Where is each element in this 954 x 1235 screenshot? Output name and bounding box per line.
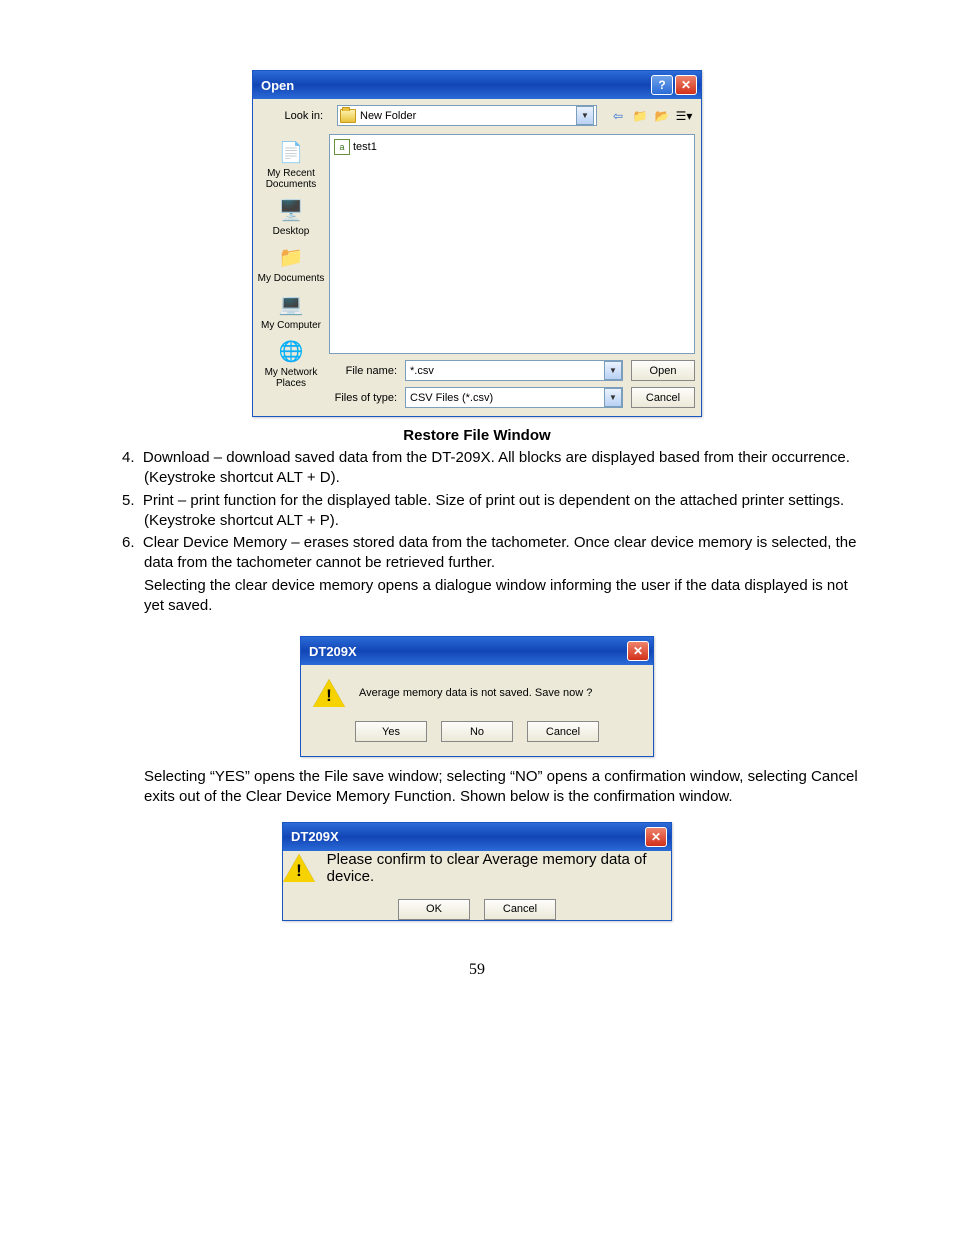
- places-bar: 📄 My Recent Documents 🖥️ Desktop 📁 My Do…: [253, 132, 329, 416]
- no-button[interactable]: No: [441, 721, 513, 742]
- place-my-computer[interactable]: 💻 My Computer: [253, 288, 329, 333]
- cancel-button[interactable]: Cancel: [631, 387, 695, 408]
- place-my-recent-documents[interactable]: 📄 My Recent Documents: [253, 136, 329, 192]
- filetype-combobox[interactable]: ▼: [405, 387, 623, 408]
- paragraph: Selecting “YES” opens the File save wind…: [90, 767, 864, 808]
- desktop-icon: 🖥️: [275, 196, 307, 224]
- save-prompt-title: DT209X: [309, 644, 627, 659]
- open-dialog-title: Open: [261, 78, 651, 93]
- open-file-dialog: Open ? ✕ Look in: New Folder ▼ ⇦ 📁 📂 ☰▾ …: [252, 70, 702, 417]
- save-prompt-text: Average memory data is not saved. Save n…: [359, 687, 592, 699]
- filetype-input[interactable]: [406, 388, 604, 407]
- place-my-network-places[interactable]: 🌐 My Network Places: [253, 335, 329, 391]
- save-prompt-titlebar[interactable]: DT209X ✕: [301, 637, 653, 665]
- cancel-button[interactable]: Cancel: [527, 721, 599, 742]
- filetype-label: Files of type:: [329, 392, 405, 404]
- save-prompt-dialog: DT209X ✕ Average memory data is not save…: [300, 636, 654, 757]
- lookin-value: New Folder: [360, 110, 576, 122]
- file-item[interactable]: a test1: [334, 139, 690, 155]
- my-documents-icon: 📁: [275, 243, 307, 271]
- filename-combobox[interactable]: ▼: [405, 360, 623, 381]
- lookin-combobox[interactable]: New Folder ▼: [337, 105, 597, 126]
- place-desktop[interactable]: 🖥️ Desktop: [253, 194, 329, 239]
- recent-documents-icon: 📄: [275, 138, 307, 166]
- chevron-down-icon[interactable]: ▼: [604, 388, 622, 407]
- close-button[interactable]: ✕: [645, 827, 667, 847]
- close-button[interactable]: ✕: [675, 75, 697, 95]
- warning-icon: [283, 854, 313, 882]
- back-icon[interactable]: ⇦: [609, 107, 627, 125]
- up-one-level-icon[interactable]: 📁: [631, 107, 649, 125]
- confirm-clear-titlebar[interactable]: DT209X ✕: [283, 823, 671, 851]
- figure-caption: Restore File Window: [90, 427, 864, 444]
- confirm-clear-dialog: DT209X ✕ Please confirm to clear Average…: [282, 822, 672, 921]
- lookin-row: Look in: New Folder ▼ ⇦ 📁 📂 ☰▾: [253, 99, 701, 132]
- instruction-list: 4. Download – download saved data from t…: [90, 448, 864, 616]
- open-dialog-titlebar[interactable]: Open ? ✕: [253, 71, 701, 99]
- new-folder-icon[interactable]: 📂: [653, 107, 671, 125]
- lookin-label: Look in:: [253, 110, 331, 122]
- filename-label: File name:: [329, 365, 405, 377]
- file-list-area[interactable]: a test1: [329, 134, 695, 354]
- place-my-documents[interactable]: 📁 My Documents: [253, 241, 329, 286]
- my-computer-icon: 💻: [275, 290, 307, 318]
- folder-icon: [340, 109, 356, 123]
- page-number: 59: [90, 961, 864, 979]
- nav-toolbar: ⇦ 📁 📂 ☰▾: [609, 107, 693, 125]
- close-button[interactable]: ✕: [627, 641, 649, 661]
- warning-icon: [313, 679, 345, 707]
- confirm-clear-text: Please confirm to clear Average memory d…: [327, 851, 671, 885]
- confirm-clear-title: DT209X: [291, 829, 645, 844]
- help-button[interactable]: ?: [651, 75, 673, 95]
- chevron-down-icon[interactable]: ▼: [576, 106, 594, 125]
- views-menu-icon[interactable]: ☰▾: [675, 107, 693, 125]
- file-item-label: test1: [353, 141, 377, 153]
- ok-button[interactable]: OK: [398, 899, 470, 920]
- open-button[interactable]: Open: [631, 360, 695, 381]
- chevron-down-icon[interactable]: ▼: [604, 361, 622, 380]
- network-places-icon: 🌐: [275, 337, 307, 365]
- filename-input[interactable]: [406, 361, 604, 380]
- cancel-button[interactable]: Cancel: [484, 899, 556, 920]
- yes-button[interactable]: Yes: [355, 721, 427, 742]
- csv-file-icon: a: [334, 139, 350, 155]
